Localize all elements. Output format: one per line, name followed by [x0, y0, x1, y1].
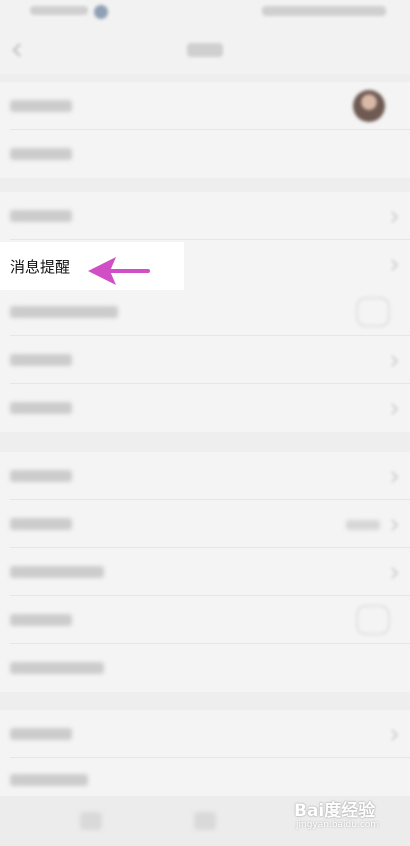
- tab-icon[interactable]: [80, 812, 102, 830]
- settings-row-12[interactable]: [0, 644, 410, 692]
- settings-row-2[interactable]: [0, 130, 410, 178]
- settings-row-9[interactable]: [0, 500, 410, 548]
- toggle-switch[interactable]: [356, 605, 390, 635]
- toggle-switch[interactable]: [356, 297, 390, 327]
- nav-bar: [0, 26, 410, 74]
- annotation-arrow-icon: [88, 257, 150, 285]
- settings-row-profile[interactable]: [0, 82, 410, 130]
- chevron-right-icon: [390, 727, 400, 741]
- status-indicator-icon: [94, 5, 108, 19]
- settings-row-11[interactable]: [0, 596, 410, 644]
- message-reminder-label: 消息提醒: [10, 258, 71, 276]
- chevron-right-icon: [390, 401, 400, 415]
- settings-row-5[interactable]: [0, 288, 410, 336]
- settings-group-2: [0, 192, 410, 432]
- chevron-right-icon: [390, 517, 400, 531]
- settings-group-4: [0, 710, 410, 796]
- settings-row-3[interactable]: [0, 192, 410, 240]
- chevron-right-icon: [390, 209, 400, 223]
- settings-group-3: [0, 452, 410, 692]
- settings-row-8[interactable]: [0, 452, 410, 500]
- back-icon[interactable]: [6, 38, 30, 62]
- settings-row-10[interactable]: [0, 548, 410, 596]
- watermark-logo: Bai度经验 jingyan.baidu.com: [290, 790, 402, 836]
- chevron-right-icon: [390, 257, 400, 271]
- settings-row-6[interactable]: [0, 336, 410, 384]
- status-time-blurred: [30, 6, 88, 15]
- status-bar: [0, 0, 410, 26]
- watermark-text: Bai度经验: [294, 801, 376, 821]
- page-title-blurred: [187, 43, 223, 57]
- chevron-right-icon: [390, 469, 400, 483]
- chevron-right-icon: [390, 565, 400, 579]
- tab-icon[interactable]: [194, 812, 216, 830]
- avatar[interactable]: [353, 90, 385, 122]
- status-icons-blurred: [262, 6, 386, 16]
- settings-group-1: [0, 82, 410, 178]
- chevron-right-icon: [390, 353, 400, 367]
- settings-row-7[interactable]: [0, 384, 410, 432]
- watermark-url: jingyan.baidu.com: [296, 820, 380, 830]
- settings-row-13[interactable]: [0, 710, 410, 758]
